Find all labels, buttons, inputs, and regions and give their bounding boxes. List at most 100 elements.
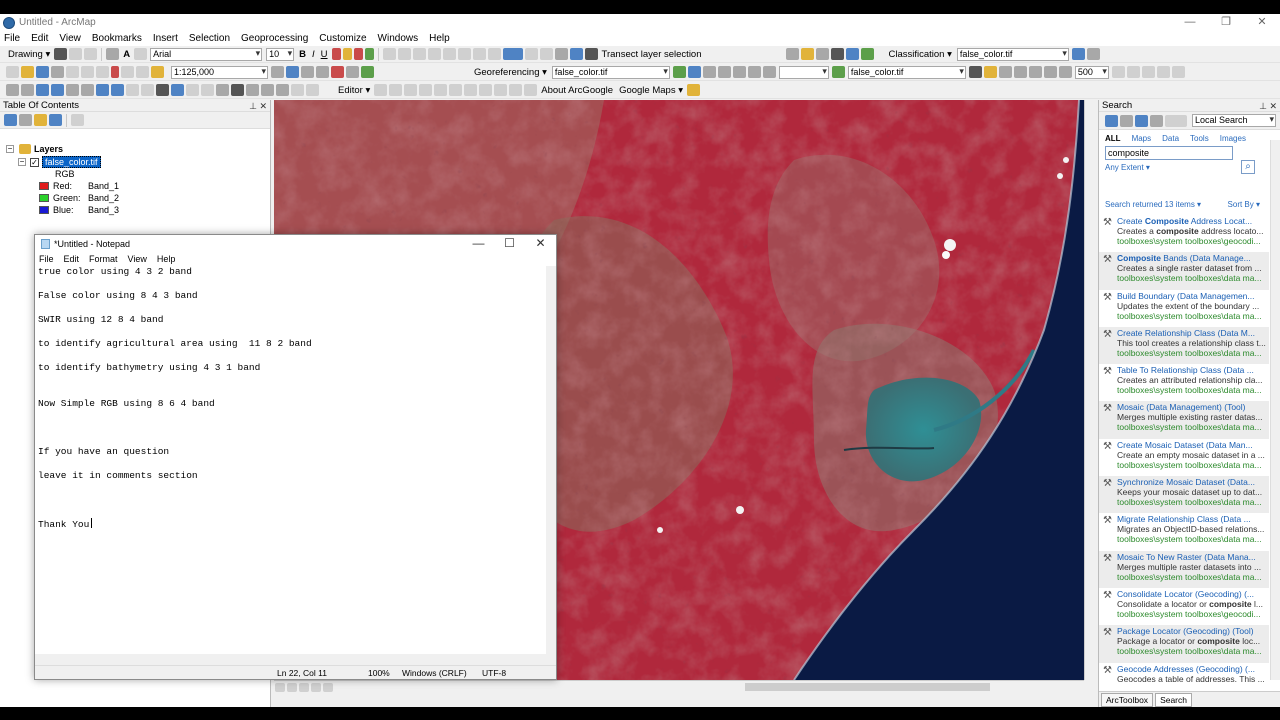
notepad-text-area[interactable]: true color using 4 3 2 band False color … (35, 266, 546, 652)
layout-view-icon[interactable] (306, 84, 319, 96)
notepad-menu-file[interactable]: File (39, 254, 54, 264)
classification-layer-select[interactable]: false_color.tif (956, 47, 1069, 61)
full-extent-icon[interactable] (51, 84, 64, 96)
arctoolbox-icon[interactable] (569, 48, 583, 60)
search-forward-icon[interactable] (1120, 114, 1133, 127)
search-result[interactable]: ⚒ Synchronize Mosaic Dataset (Data... Ke… (1099, 476, 1269, 514)
edit-tool-f-icon[interactable] (449, 84, 463, 96)
flicker-rate-input[interactable]: 500 (1074, 65, 1109, 79)
map-horizontal-scrollbar[interactable] (745, 683, 990, 691)
about-arcgoogle-button[interactable]: About ArcGoogle (541, 85, 613, 96)
search-options-icon[interactable] (1165, 114, 1187, 127)
minimize-button[interactable]: — (1172, 14, 1208, 31)
training-manager-icon[interactable] (1071, 48, 1085, 60)
line-color-icon[interactable] (353, 48, 363, 60)
menu-bookmarks[interactable]: Bookmarks (92, 33, 142, 44)
notepad-menu-view[interactable]: View (128, 254, 147, 264)
catalog-icon[interactable] (554, 48, 568, 60)
georef-tool-b-icon[interactable] (687, 66, 701, 78)
georef-tool-f-icon[interactable] (747, 66, 761, 78)
map-vertical-scrollbar[interactable] (1084, 100, 1096, 680)
search-index-icon[interactable] (1150, 114, 1163, 127)
google-maps-menu[interactable]: Google Maps ▾ (619, 85, 683, 96)
notepad-close-button[interactable]: ✕ (525, 235, 556, 252)
google-maps-tool-icon[interactable] (686, 84, 700, 96)
select-features-icon[interactable] (126, 84, 139, 96)
align-icon[interactable] (382, 48, 396, 60)
drawing-menu[interactable]: Drawing ▾ (8, 49, 50, 60)
arctoolbox-window-icon[interactable] (331, 66, 344, 78)
underline-button[interactable]: U (321, 49, 328, 60)
layer-name[interactable]: false_color.tif (42, 156, 101, 168)
save-icon[interactable] (36, 66, 49, 78)
html-popup-icon[interactable] (201, 84, 214, 96)
brightness-icon[interactable] (983, 66, 997, 78)
georef-tool-g-icon[interactable] (762, 66, 776, 78)
image-layer-select[interactable]: false_color.tif (847, 65, 966, 79)
delete-icon[interactable] (111, 66, 119, 78)
transect-icon[interactable] (584, 48, 598, 60)
time-slider-icon[interactable] (276, 84, 289, 96)
search-result[interactable]: ⚒ Composite Bands (Data Manage... Create… (1099, 252, 1269, 290)
transparency-icon[interactable] (998, 66, 1012, 78)
layers-group[interactable]: − Layers (6, 144, 63, 154)
nudge-icon[interactable] (457, 48, 471, 60)
tool-c-icon[interactable] (815, 48, 829, 60)
tool-e-icon[interactable] (860, 48, 874, 60)
filter-tools[interactable]: Tools (1190, 134, 1209, 143)
filter-images[interactable]: Images (1220, 134, 1246, 143)
forward-extent-icon[interactable] (111, 84, 124, 96)
layout-view-toggle-icon[interactable] (287, 682, 297, 692)
order-icon[interactable] (442, 48, 456, 60)
notepad-horizontal-scrollbar[interactable] (35, 654, 556, 665)
list-by-drawing-order-icon[interactable] (4, 114, 17, 126)
sort-by-menu[interactable]: Sort By ▾ (1228, 200, 1260, 209)
menu-customize[interactable]: Customize (319, 33, 366, 44)
menu-edit[interactable]: Edit (31, 33, 48, 44)
fill-color-icon[interactable] (342, 48, 352, 60)
search-result[interactable]: ⚒ Migrate Relationship Class (Data ... M… (1099, 513, 1269, 550)
edit-tool-k-icon[interactable] (524, 84, 538, 96)
search-result[interactable]: ⚒ Consolidate Locator (Geocoding) (... C… (1099, 588, 1269, 625)
search-go-icon[interactable]: ⌕ (1241, 160, 1255, 174)
clear-selection-icon[interactable] (141, 84, 154, 96)
identify-icon[interactable] (171, 84, 184, 96)
nav-c-icon[interactable] (1171, 66, 1185, 78)
georeferencing-layer-select[interactable]: false_color.tif (551, 65, 670, 79)
close-button[interactable]: ✕ (1244, 14, 1280, 31)
contrast-icon[interactable] (968, 66, 982, 78)
print-icon[interactable] (51, 66, 64, 78)
classify-icon[interactable] (1086, 48, 1100, 60)
search-result[interactable]: ⚒ Mosaic To New Raster (Data Mana... Mer… (1099, 550, 1269, 588)
layout-icon[interactable] (539, 48, 553, 60)
georef-tool-a-icon[interactable] (672, 66, 686, 78)
python-icon[interactable] (346, 66, 359, 78)
search-result[interactable]: ⚒ Package Locator (Geocoding) (Tool) Pac… (1099, 625, 1269, 663)
add-data-icon[interactable] (151, 66, 164, 78)
viewer-icon[interactable] (291, 84, 304, 96)
classification-menu[interactable]: Classification ▾ (889, 49, 952, 60)
nav-b-icon[interactable] (1156, 66, 1170, 78)
map-scale-select[interactable]: 1:125,000 (171, 65, 268, 79)
edit-tool-g-icon[interactable] (464, 84, 478, 96)
marker-color-icon[interactable] (364, 48, 374, 60)
editor-toolbar-icon[interactable] (271, 66, 284, 78)
step-icon[interactable] (1126, 66, 1140, 78)
search-scope-select[interactable]: Local Search (1192, 114, 1276, 127)
effects-b-icon[interactable] (1058, 66, 1072, 78)
search-result[interactable]: ⚒ Create Composite Address Locat... Crea… (1099, 215, 1269, 252)
search-pin-close-icon[interactable]: ⊥ ✕ (1259, 100, 1277, 112)
search-result[interactable]: ⚒ Create Mosaic Dataset (Data Man... Cre… (1099, 439, 1269, 476)
search-back-icon[interactable] (1105, 114, 1118, 127)
edit-tool-b-icon[interactable] (389, 84, 403, 96)
paste-icon[interactable] (96, 66, 109, 78)
flicker-icon[interactable] (1028, 66, 1042, 78)
search-result[interactable]: ⚒ Geocode Addresses (Geocoding) (... Geo… (1099, 663, 1269, 683)
toc-pin-close-icon[interactable]: ⊥ ✕ (249, 100, 267, 112)
highlight-icon[interactable] (502, 48, 523, 60)
search-tab[interactable]: Search (1155, 692, 1192, 707)
collapse-layer-icon[interactable]: − (18, 158, 26, 166)
notepad-menu-edit[interactable]: Edit (64, 254, 80, 264)
menu-file[interactable]: File (4, 33, 20, 44)
ungroup-icon[interactable] (427, 48, 441, 60)
